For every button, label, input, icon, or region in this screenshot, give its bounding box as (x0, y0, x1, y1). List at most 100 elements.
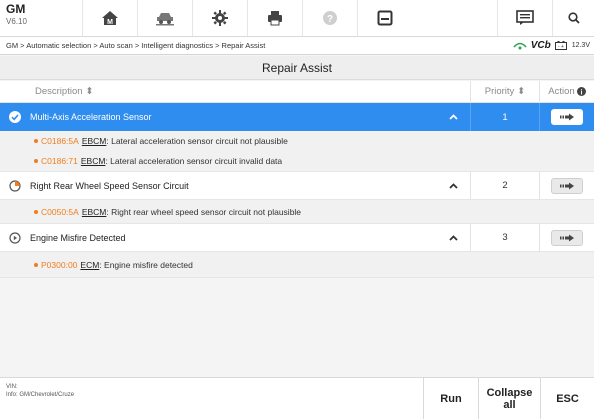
battery-voltage: 12.3V (571, 42, 590, 49)
chat-icon (516, 10, 534, 25)
row-description: Engine Misfire Detected (30, 232, 126, 243)
description-header[interactable]: Description ⬍ (0, 86, 470, 97)
play-circle-icon (9, 231, 21, 244)
go-button[interactable] (551, 229, 583, 246)
row-details: P0300:00 ECM: Engine misfire detected (0, 252, 594, 278)
vci-label: VCb (530, 40, 551, 51)
table-row[interactable]: Multi-Axis Acceleration Sensor 1 (0, 103, 594, 131)
checkmark-circle-icon (9, 111, 21, 123)
brand-block: GM V6.10 (0, 0, 42, 36)
table-header: Description ⬍ Priority ⬍ Action i (0, 81, 594, 103)
arrow-right-icon (560, 113, 574, 121)
bullet-icon (34, 139, 38, 143)
table-row[interactable]: Right Rear Wheel Speed Sensor Circuit 2 (0, 172, 594, 200)
dtc-description: : Engine misfire detected (99, 259, 193, 270)
row-action (539, 224, 594, 251)
row-priority: 3 (470, 224, 539, 251)
help-button[interactable]: ? (302, 0, 357, 36)
sort-icon: ⬍ (517, 86, 526, 97)
dtc-line: C0186:71 EBCM: Lateral acceleration sens… (34, 151, 594, 171)
vehicle-button[interactable] (137, 0, 192, 36)
dtc-description: : Right rear wheel speed sensor circuit … (106, 206, 302, 217)
chevron-up-icon (448, 114, 458, 120)
breadcrumb: GM > Automatic selection > Auto scan > I… (6, 41, 266, 50)
module-link[interactable]: EBCM (81, 156, 106, 166)
row-details: C0186:5A EBCM: Lateral acceleration sens… (0, 131, 594, 172)
dtc-code[interactable]: C0186:71 (41, 156, 78, 166)
bullet-icon (34, 209, 38, 214)
svg-text:- +: - + (558, 44, 564, 50)
go-button[interactable] (551, 109, 583, 125)
battery-icon: - + (554, 41, 567, 50)
search-button[interactable] (552, 0, 594, 36)
sort-icon: ⬍ (85, 86, 94, 97)
dtc-line: C0050:5A EBCM: Right rear wheel speed se… (34, 200, 594, 223)
row-priority: 2 (470, 172, 539, 199)
print-button[interactable] (247, 0, 302, 36)
dtc-code[interactable]: P0300:00 (41, 260, 77, 270)
action-header-label: Action (548, 86, 575, 97)
row-priority: 1 (470, 103, 539, 131)
info-icon[interactable]: i (576, 87, 586, 96)
in-progress-icon (9, 179, 21, 192)
go-button[interactable] (551, 177, 583, 194)
search-icon (567, 12, 580, 24)
row-status (0, 179, 30, 192)
software-version: V6.10 (6, 17, 27, 26)
action-header: Action i (539, 81, 594, 102)
help-icon: ? (323, 11, 337, 25)
arrow-right-icon (560, 234, 574, 241)
printer-icon (268, 11, 282, 26)
row-description: Multi-Axis Acceleration Sensor (30, 112, 152, 122)
table-row[interactable]: Engine Misfire Detected 3 (0, 224, 594, 252)
vci-status: VCb - + 12.3V (513, 40, 594, 51)
bullet-icon (34, 262, 38, 267)
collapse-all-button[interactable]: Collapse all (478, 378, 540, 419)
save-icon (377, 10, 393, 26)
bottom-bar: VIN: Info: GM/Chevrolet/Cruze Run Collap… (0, 377, 594, 419)
vehicle-lift-icon (156, 13, 174, 26)
esc-button[interactable]: ESC (540, 378, 594, 419)
priority-header[interactable]: Priority ⬍ (470, 81, 539, 102)
page-title-bar: Repair Assist (0, 56, 594, 80)
repair-table: Description ⬍ Priority ⬍ Action i Multi-… (0, 81, 594, 278)
row-action (539, 172, 594, 199)
row-status (0, 111, 30, 123)
row-description: Right Rear Wheel Speed Sensor Circuit (30, 180, 189, 191)
dtc-description: : Lateral acceleration sensor circuit in… (105, 156, 283, 166)
home-button[interactable]: M (82, 0, 137, 36)
page-title: Repair Assist (261, 60, 333, 75)
module-link[interactable]: EBCM (82, 207, 107, 217)
brand-name: GM (6, 2, 26, 16)
svg-text:i: i (580, 89, 582, 96)
run-button[interactable]: Run (423, 378, 478, 419)
chevron-up-icon (448, 234, 458, 241)
collapse-toggle[interactable] (436, 114, 470, 120)
row-action (539, 103, 594, 131)
svg-text:M: M (107, 19, 113, 26)
save-button[interactable] (357, 0, 412, 36)
vehicle-info-text: Info: GM/Chevrolet/Cruze (6, 392, 75, 398)
dtc-code[interactable]: C0186:5A (41, 136, 79, 146)
wireless-signal-icon (513, 42, 527, 50)
bullet-icon (34, 159, 38, 163)
row-status (0, 231, 30, 244)
message-button[interactable] (497, 0, 552, 36)
settings-button[interactable] (192, 0, 247, 36)
vehicle-info: VIN: Info: GM/Chevrolet/Cruze (0, 378, 423, 419)
row-details: C0050:5A EBCM: Right rear wheel speed se… (0, 200, 594, 224)
module-link[interactable]: EBCM (82, 136, 107, 146)
module-link[interactable]: ECM (80, 260, 99, 270)
collapse-toggle[interactable] (436, 234, 470, 241)
priority-header-label: Priority (484, 86, 515, 97)
arrow-right-icon (560, 182, 574, 189)
breadcrumb-row: GM > Automatic selection > Auto scan > I… (0, 37, 594, 55)
vin-label: VIN: (6, 384, 18, 390)
dtc-code[interactable]: C0050:5A (41, 207, 79, 217)
gear-icon (212, 10, 228, 26)
top-toolbar: GM V6.10 M ? (0, 0, 594, 37)
dtc-line: P0300:00 ECM: Engine misfire detected (34, 252, 594, 277)
dtc-line: C0186:5A EBCM: Lateral acceleration sens… (34, 131, 594, 151)
dtc-description: : Lateral acceleration sensor circuit no… (106, 136, 288, 146)
collapse-toggle[interactable] (436, 182, 470, 189)
